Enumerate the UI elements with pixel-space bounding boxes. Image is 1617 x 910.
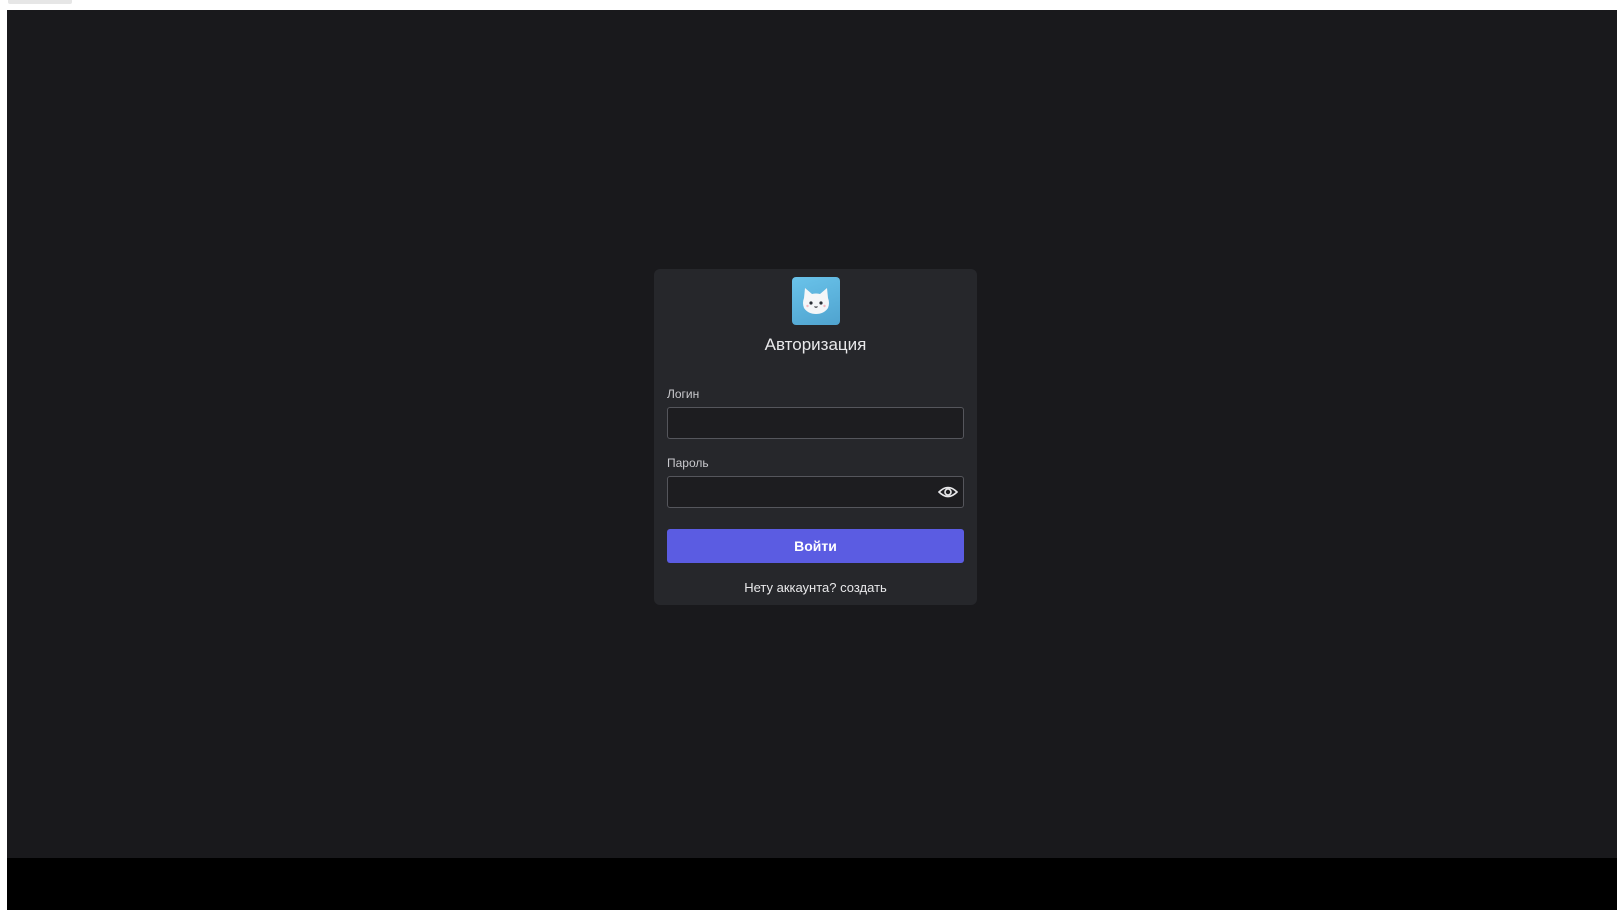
login-label: Логин [667, 387, 700, 401]
password-input[interactable] [667, 476, 964, 508]
cat-face-icon [803, 288, 829, 314]
auth-title: Авторизация [764, 335, 867, 354]
bottom-band [7, 858, 1617, 910]
no-account-text: Нету аккаунта? [744, 580, 837, 595]
browser-top-strip [0, 0, 1617, 10]
signup-prompt: Нету аккаунта? создать [654, 580, 977, 595]
login-input[interactable] [667, 407, 964, 439]
password-label: Пароль [667, 456, 709, 470]
auth-card: Авторизация Логин Пароль Войти Нету акка… [654, 269, 977, 605]
app-viewport: Авторизация Логин Пароль Войти Нету акка… [7, 10, 1617, 910]
eye-icon[interactable] [938, 483, 958, 501]
create-account-link[interactable]: создать [840, 580, 887, 595]
browser-tab-stub[interactable] [8, 0, 72, 4]
login-button[interactable]: Войти [667, 529, 964, 563]
cat-logo-icon [792, 277, 840, 325]
eye-icon-svg [938, 486, 958, 498]
